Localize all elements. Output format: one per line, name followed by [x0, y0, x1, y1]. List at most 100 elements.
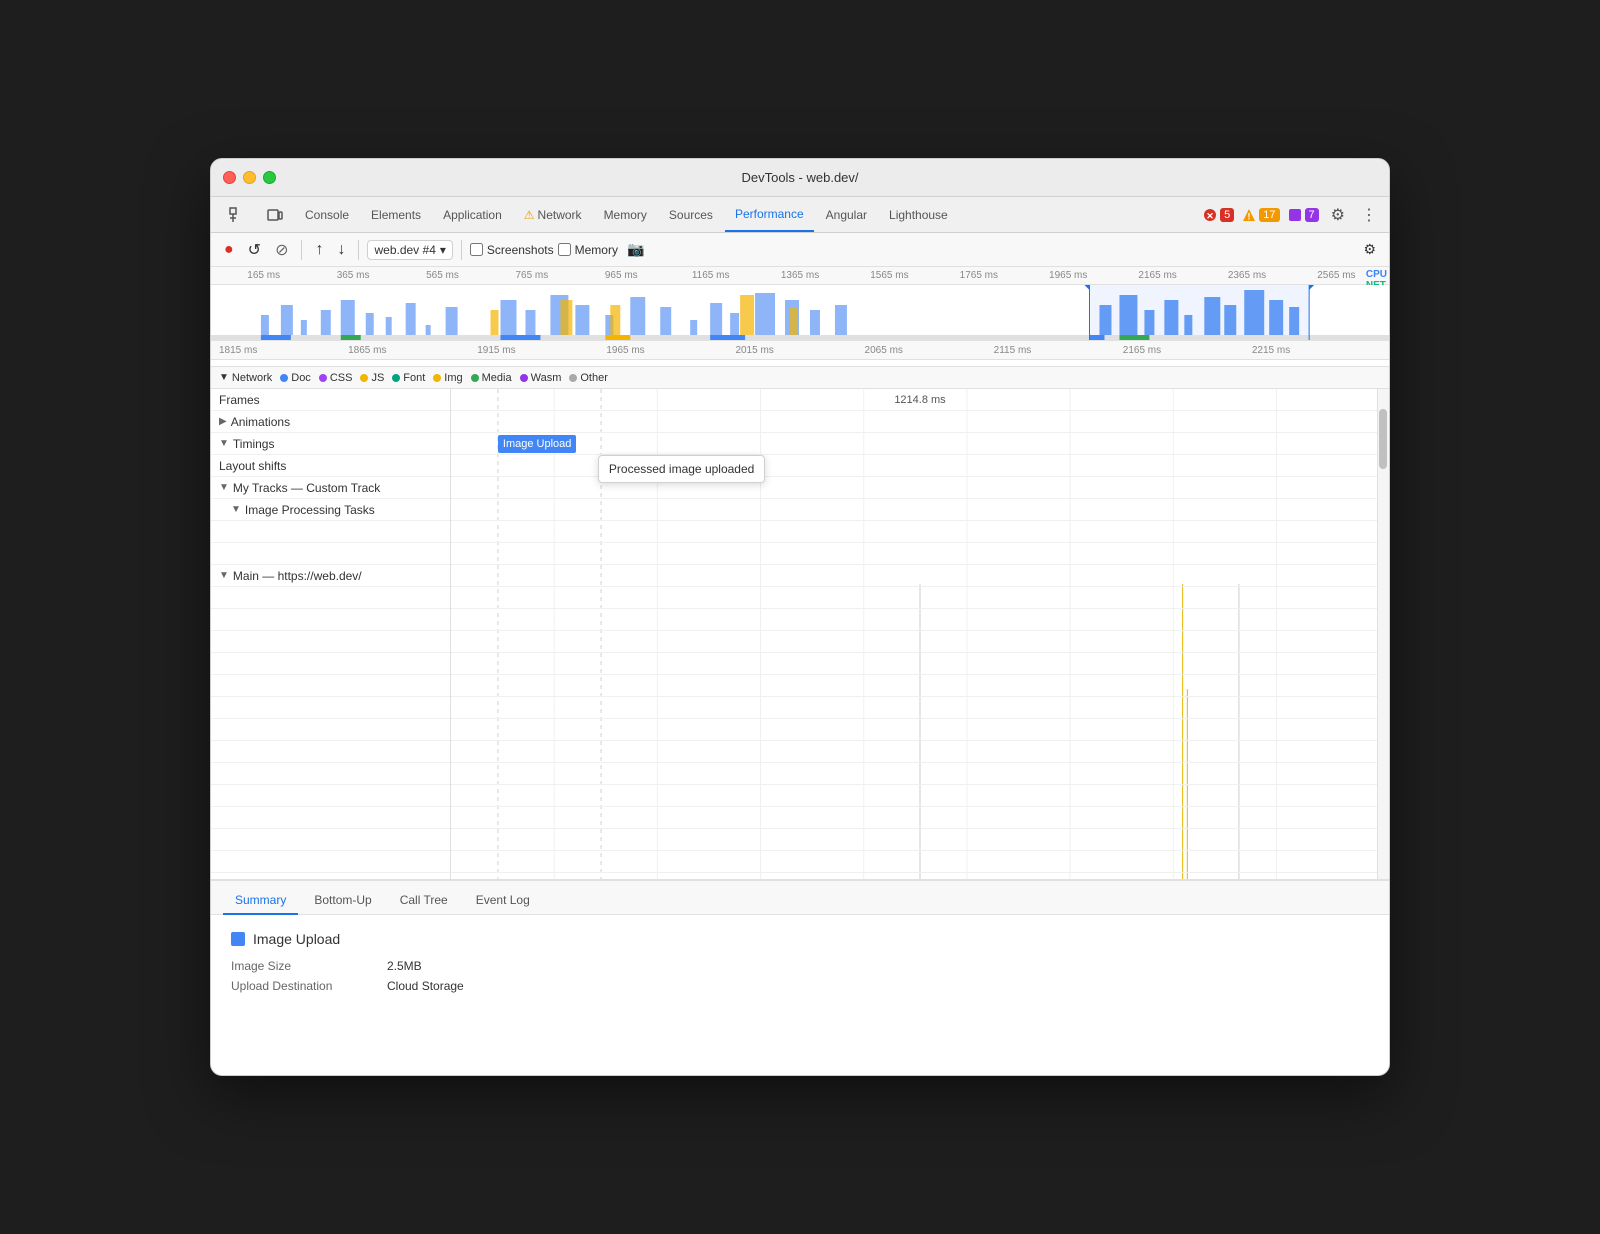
download-button[interactable]: ↓	[332, 238, 350, 262]
screenshots-checkbox[interactable]: Screenshots	[470, 243, 554, 257]
tab-console[interactable]: Console	[295, 197, 359, 232]
filter-js[interactable]: JS	[360, 372, 384, 384]
filter-doc[interactable]: Doc	[280, 372, 311, 384]
sidebar-item-layout-shifts[interactable]: Layout shifts	[211, 455, 450, 477]
ruler-mark-4: 965 ms	[577, 270, 666, 281]
track-timings[interactable]: Image Upload Processed image uploaded	[451, 433, 1389, 455]
maximize-button[interactable]	[263, 171, 276, 184]
js-dot	[360, 374, 368, 382]
network-toggle[interactable]: ▼ Network	[219, 372, 272, 384]
toolbar-divider-1	[301, 240, 302, 260]
sidebar-spacer-12	[211, 785, 450, 807]
toolbar-divider-3	[461, 240, 462, 260]
track-main-2	[451, 609, 1389, 631]
timings-label: Timings	[233, 437, 275, 451]
track-main-8	[451, 741, 1389, 763]
tab-network[interactable]: ⚠Network	[514, 197, 592, 232]
sidebar-item-frames[interactable]: Frames	[211, 389, 450, 411]
timings-arrow: ▼	[219, 438, 229, 449]
track-main-5	[451, 675, 1389, 697]
track-main-6	[451, 697, 1389, 719]
memory-checkbox[interactable]: Memory	[558, 243, 618, 257]
img-dot	[433, 374, 441, 382]
tab-performance[interactable]: Performance	[725, 197, 814, 232]
more-options-button[interactable]: ⋮	[1357, 203, 1381, 227]
performance-toolbar: ● ↺ ⊘ ↑ ↓ web.dev #4 ▾ Screenshots Memor…	[211, 233, 1389, 267]
ruler-marks-top: 165 ms 365 ms 565 ms 765 ms 965 ms 1165 …	[219, 270, 1381, 281]
minimize-button[interactable]	[243, 171, 256, 184]
capture-settings-button[interactable]: ⚙	[1358, 238, 1381, 261]
scrollbar-thumb[interactable]	[1379, 409, 1387, 469]
sidebar-item-main[interactable]: ▼ Main — https://web.dev/	[211, 565, 450, 587]
clear-button[interactable]: ⊘	[270, 237, 293, 263]
scrollbar-track[interactable]	[1377, 389, 1389, 879]
devtools-tab-bar: Console Elements Application ⚠Network Me…	[211, 197, 1389, 233]
sidebar-item-timings[interactable]: ▼ Timings	[211, 433, 450, 455]
track-animations	[451, 411, 1389, 433]
filter-other[interactable]: Other	[569, 372, 608, 384]
tab-lighthouse[interactable]: Lighthouse	[879, 197, 958, 232]
window-title: DevTools - web.dev/	[741, 170, 858, 185]
capture-settings-icon: 📷	[622, 238, 649, 261]
reload-record-button[interactable]: ↺	[243, 237, 266, 263]
close-button[interactable]	[223, 171, 236, 184]
ruler-mark-10: 2165 ms	[1113, 270, 1202, 281]
filter-img[interactable]: Img	[433, 372, 462, 384]
ruler-mark-2: 565 ms	[398, 270, 487, 281]
tab-device-icon[interactable]	[257, 197, 293, 232]
ruler-mark-7: 1565 ms	[845, 270, 934, 281]
sidebar-spacer-9	[211, 719, 450, 741]
sidebar-spacer-8	[211, 697, 450, 719]
track-main-3	[451, 631, 1389, 653]
track-main-header	[451, 565, 1389, 587]
timeline-ruler-bottom: 1815 ms 1865 ms 1915 ms 1965 ms 2015 ms …	[211, 340, 1389, 360]
ruler2-mark-1: 1865 ms	[348, 345, 477, 356]
screenshots-checkbox-input[interactable]	[470, 243, 483, 256]
filter-font[interactable]: Font	[392, 372, 425, 384]
sidebar-item-my-tracks[interactable]: ▼ My Tracks — Custom Track	[211, 477, 450, 499]
doc-dot	[280, 374, 288, 382]
upload-button[interactable]: ↑	[310, 238, 328, 262]
tab-summary[interactable]: Summary	[223, 887, 298, 915]
filter-wasm[interactable]: Wasm	[520, 372, 562, 384]
track-main-12	[451, 829, 1389, 851]
track-main-13	[451, 851, 1389, 873]
tab-call-tree[interactable]: Call Tree	[388, 887, 460, 915]
summary-value-image-size: 2.5MB	[387, 959, 422, 973]
warning-badge: ! 17	[1242, 208, 1279, 222]
filter-media[interactable]: Media	[471, 372, 512, 384]
timeline-overview[interactable]: 165 ms 365 ms 565 ms 765 ms 965 ms 1165 …	[211, 267, 1389, 367]
timeline-graph[interactable]	[211, 285, 1389, 340]
sidebar-spacer-11	[211, 763, 450, 785]
tab-sources[interactable]: Sources	[659, 197, 723, 232]
svg-text:!: !	[1248, 211, 1251, 221]
ruler2-mark-4: 2015 ms	[735, 345, 864, 356]
tab-memory[interactable]: Memory	[594, 197, 657, 232]
tab-elements[interactable]: Elements	[361, 197, 431, 232]
track-main-10	[451, 785, 1389, 807]
my-tracks-arrow: ▼	[219, 482, 229, 493]
tab-angular[interactable]: Angular	[816, 197, 877, 232]
summary-key-image-size: Image Size	[231, 959, 371, 973]
image-upload-tag[interactable]: Image Upload	[498, 435, 577, 453]
main-arrow: ▼	[219, 570, 229, 581]
svg-text:✕: ✕	[1206, 211, 1214, 221]
memory-checkbox-input[interactable]	[558, 243, 571, 256]
track-main-11	[451, 807, 1389, 829]
error-badge: ✕ 5	[1203, 208, 1234, 222]
record-button[interactable]: ●	[219, 238, 239, 262]
tab-event-log[interactable]: Event Log	[464, 887, 542, 915]
tab-bottom-up[interactable]: Bottom-Up	[302, 887, 383, 915]
tab-bar-right: ✕ 5 ! 17 7 ⚙ ⋮	[1203, 203, 1381, 227]
ruler2-mark-6: 2115 ms	[994, 345, 1123, 356]
filter-css[interactable]: CSS	[319, 372, 353, 384]
summary-panel: Image Upload Image Size 2.5MB Upload Des…	[211, 915, 1389, 1075]
tab-application[interactable]: Application	[433, 197, 512, 232]
summary-row-image-size: Image Size 2.5MB	[231, 959, 1369, 973]
profile-selector[interactable]: web.dev #4 ▾	[367, 240, 452, 260]
settings-button[interactable]: ⚙	[1327, 203, 1349, 227]
sidebar-item-animations[interactable]: ▶ Animations	[211, 411, 450, 433]
tab-inspect-icon[interactable]	[219, 197, 255, 232]
sidebar-item-image-processing[interactable]: ▼ Image Processing Tasks	[211, 499, 450, 521]
track-spacer-2	[451, 543, 1389, 565]
